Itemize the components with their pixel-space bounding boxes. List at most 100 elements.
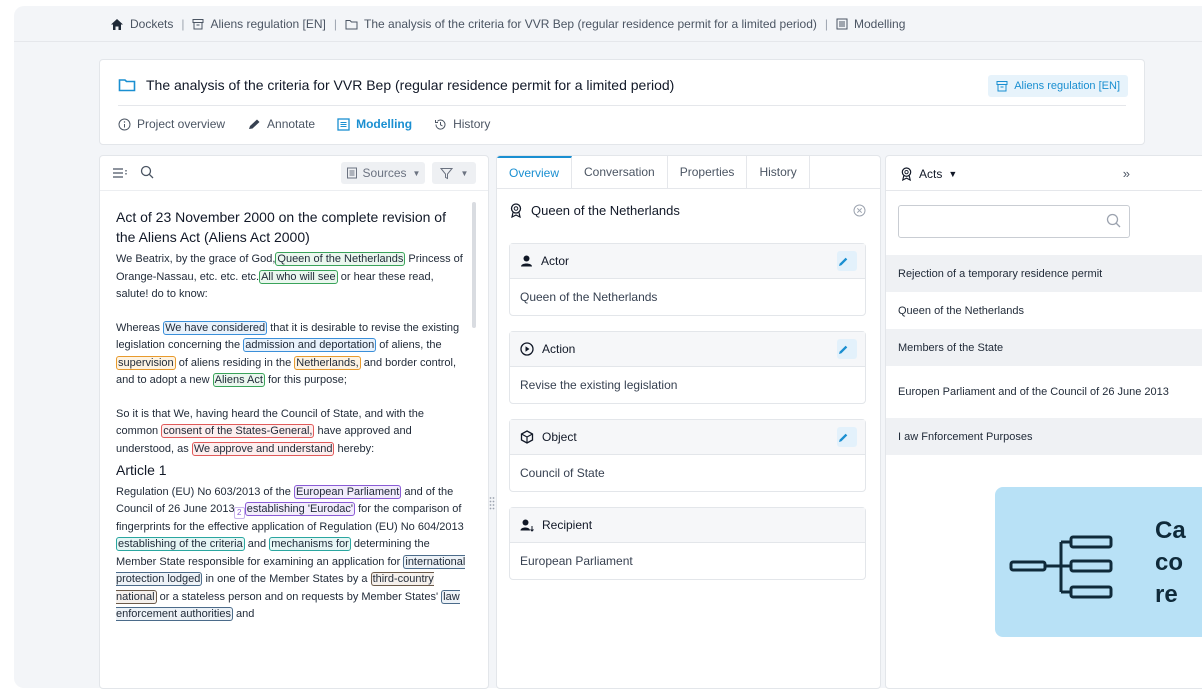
recipient-card: Recipient European Parliament [509, 507, 866, 580]
tab-history[interactable]: History [747, 156, 810, 188]
play-circle-icon [520, 342, 534, 356]
annotation-highlight[interactable]: We have considered [163, 320, 268, 335]
filter-icon [439, 167, 453, 179]
article-heading: Article 1 [116, 462, 167, 478]
collapse-panel-icon[interactable]: » [1123, 166, 1130, 181]
list-item[interactable]: Europen Parliament and of the Council of… [886, 366, 1202, 418]
panel-resize-handle[interactable] [489, 496, 495, 515]
breadcrumb-separator: | [333, 17, 338, 31]
caret-down-icon: ▼ [412, 168, 421, 178]
docket-badge[interactable]: Aliens regulation [EN] [988, 75, 1128, 97]
annotation-highlight[interactable]: Queen of the Netherlands [275, 252, 406, 266]
list-item[interactable]: Members of the State [886, 329, 1202, 366]
paragraph: We Beatrix, by the grace of God, Queen of… [116, 252, 463, 300]
acts-dropdown[interactable]: Acts ▼ [900, 167, 957, 181]
detail-tabs: Overview Conversation Properties History [497, 156, 880, 189]
acts-search-input[interactable] [898, 205, 1130, 238]
folder-icon [118, 79, 136, 92]
card-header: Object [510, 420, 865, 455]
edit-button[interactable] [837, 251, 857, 271]
edit-button[interactable] [837, 339, 857, 359]
card-header: Recipient [510, 508, 865, 543]
list-item[interactable]: I aw Fnforcement Purposes [886, 418, 1202, 455]
edit-button[interactable] [837, 427, 857, 447]
tab-overview[interactable]: Overview [497, 156, 573, 188]
paragraph: Whereas We have considered that it is de… [116, 320, 460, 387]
project-tabs: Project overview Annotate Modelling Hist… [118, 117, 512, 131]
project-header: The analysis of the criteria for VVR Bep… [99, 59, 1145, 145]
document-toolbar: Sources ▼ ▼ [100, 156, 488, 191]
list-item[interactable]: Rejection of a temporary residence permi… [886, 255, 1202, 292]
card-header: Action [510, 332, 865, 367]
breadcrumb-separator: | [824, 17, 828, 31]
tab-history[interactable]: History [434, 117, 490, 131]
table-icon [836, 18, 848, 30]
breadcrumb-dockets[interactable]: Dockets [110, 17, 173, 31]
annotation-highlight[interactable]: consent of the States-General, [161, 424, 315, 438]
breadcrumb-modelling[interactable]: Modelling [836, 17, 905, 31]
annotation-highlight[interactable]: establishing 'Eurodac' [244, 502, 356, 516]
paragraph: Regulation (EU) No 603/2013 of the Europ… [116, 484, 466, 621]
outline-menu-icon[interactable] [112, 166, 128, 184]
annotation-highlight[interactable]: We approve and understand [191, 441, 335, 456]
annotation-count-badge[interactable]: 2 [233, 507, 245, 519]
annotation-highlight[interactable]: All who will see [259, 269, 338, 284]
award-icon [901, 167, 912, 181]
promo-overlay[interactable]: Ca co re [995, 487, 1202, 637]
tab-properties[interactable]: Properties [668, 156, 748, 188]
document-panel: Sources ▼ ▼ Act of 23 November 2000 on t… [99, 155, 489, 689]
annotation-highlight[interactable]: mechanisms for [269, 537, 351, 551]
breadcrumb-aliens-regulation[interactable]: Aliens regulation [EN] [192, 17, 326, 31]
actor-card: Actor Queen of the Netherlands [509, 243, 866, 316]
pen-icon [249, 119, 260, 129]
tab-conversation[interactable]: Conversation [572, 156, 668, 188]
tab-project-overview[interactable]: Project overview [118, 117, 225, 131]
table-icon [337, 117, 350, 131]
project-title: The analysis of the criteria for VVR Bep… [118, 77, 674, 93]
user-icon [521, 255, 532, 267]
breadcrumb-analysis[interactable]: The analysis of the criteria for VVR Bep… [345, 17, 817, 31]
card-header: Actor [510, 244, 865, 279]
home-icon [110, 18, 124, 31]
caret-down-icon: ▼ [460, 168, 469, 178]
pencil-icon [838, 257, 847, 266]
hierarchy-icon [1009, 535, 1113, 599]
list-item[interactable]: Queen of the Netherlands [886, 292, 1202, 329]
caret-down-icon: ▼ [948, 169, 958, 179]
entity-title: Queen of the Netherlands [509, 203, 680, 218]
document-icon [346, 167, 357, 179]
card-value: Revise the existing legislation [520, 378, 678, 392]
document-scrollbar[interactable] [472, 202, 476, 328]
card-value: European Parliament [520, 554, 633, 568]
promo-text: Ca co re [1155, 517, 1186, 608]
search-icon [1106, 213, 1121, 228]
object-card: Object Council of State [509, 419, 866, 492]
award-icon [510, 203, 522, 218]
tab-modelling[interactable]: Modelling [337, 117, 412, 131]
document-title: Act of 23 November 2000 on the complete … [116, 209, 446, 245]
card-value: Council of State [520, 466, 605, 480]
user-arrow-icon [520, 519, 534, 532]
paragraph: So it is that We, having heard the Counc… [116, 407, 424, 456]
header-divider [118, 105, 1126, 106]
breadcrumb: Dockets | Aliens regulation [EN] | The a… [110, 16, 905, 32]
archive-icon [996, 81, 1008, 92]
info-icon [118, 118, 131, 130]
close-icon[interactable] [853, 204, 866, 222]
annotation-highlight[interactable]: Netherlands, [294, 355, 361, 370]
annotation-highlight[interactable]: establishing of the criteria [116, 537, 245, 551]
annotation-highlight[interactable]: European Parliament [293, 484, 402, 499]
pencil-icon [838, 345, 847, 354]
folder-icon [345, 19, 358, 30]
annotation-highlight[interactable]: Aliens Act [212, 373, 265, 387]
tab-annotate[interactable]: Annotate [247, 117, 315, 131]
annotation-highlight[interactable]: admission and deportation [243, 338, 377, 352]
acts-list: Rejection of a temporary residence permi… [886, 255, 1202, 455]
archive-icon [192, 18, 204, 30]
action-card: Action Revise the existing legislation [509, 331, 866, 404]
annotation-highlight[interactable]: supervision [116, 355, 176, 370]
sources-dropdown[interactable]: Sources ▼ [341, 162, 425, 184]
filter-dropdown[interactable]: ▼ [432, 162, 476, 184]
document-content: Act of 23 November 2000 on the complete … [116, 207, 468, 640]
search-icon[interactable] [140, 165, 154, 184]
